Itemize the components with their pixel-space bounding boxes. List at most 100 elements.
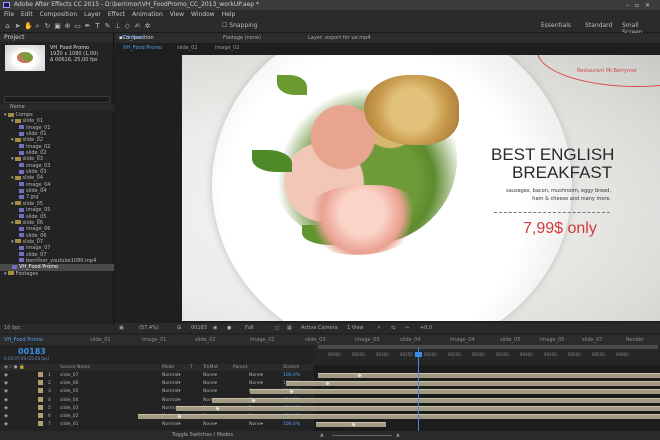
mode-dropdown[interactable]: Normal ▾ [162, 421, 181, 428]
eye-icon[interactable]: ◉ [4, 421, 8, 428]
trkmat-dropdown[interactable]: None ▾ [203, 380, 217, 387]
timeline-tab[interactable]: image_05 [540, 335, 564, 345]
layer-name[interactable]: slide_03 [60, 405, 78, 412]
grid-icon[interactable]: ⊞ [177, 323, 181, 333]
layer-name[interactable]: slide_01 [60, 421, 78, 428]
region-of-interest-icon[interactable]: ◻ [275, 323, 279, 333]
disclosure-triangle-icon[interactable]: ▾ [11, 156, 14, 162]
flowchart-icon[interactable]: ⤳ [405, 323, 409, 333]
menu-window[interactable]: Window [191, 11, 215, 18]
source-name-column[interactable]: Source Name [60, 364, 90, 371]
disclosure-triangle-icon[interactable]: ▾ [11, 220, 14, 226]
project-tab[interactable]: Project [0, 33, 113, 42]
footage-tab[interactable]: Footage (none) [223, 33, 261, 43]
subtab-image-02[interactable]: image_02 [215, 43, 239, 53]
menu-animation[interactable]: Animation [132, 11, 163, 18]
layer-tab[interactable]: Layer: export for ue.mp4 [308, 33, 370, 43]
layer-row[interactable]: ◉ 7 slide_01 Normal ▾ None ▾ None ▾ 100,0% [0, 421, 313, 428]
layer-duration-bar[interactable] [318, 373, 660, 378]
parent-dropdown[interactable]: None ▾ [243, 372, 263, 379]
clone-stamp-tool-icon[interactable]: ⊥ [114, 22, 121, 30]
current-time-indicator[interactable] [418, 348, 419, 432]
eye-icon[interactable]: ◉ [4, 372, 8, 379]
project-item[interactable]: ▾ Footages [0, 271, 114, 277]
timeline-tab[interactable]: image_01 [142, 335, 166, 345]
composition-tab[interactable]: ▪ Composition VH_Food Promo [119, 33, 154, 51]
rectangle-tool-icon[interactable]: ▭ [74, 22, 81, 30]
mode-column[interactable]: Mode [162, 364, 174, 371]
pan-behind-tool-icon[interactable]: ⊕ [64, 22, 71, 30]
menu-layer[interactable]: Layer [84, 11, 101, 18]
type-tool-icon[interactable]: T [94, 22, 101, 30]
disclosure-triangle-icon[interactable]: ▾ [11, 137, 14, 143]
composition-viewer[interactable]: Restaurant Mr.Berrymor BEST ENGLISH BREA… [115, 53, 660, 323]
snapping-checkbox[interactable]: ☐ Snapping [222, 22, 257, 29]
timeline-tab[interactable]: slide_02 [195, 335, 216, 345]
always-preview-icon[interactable]: ▣ [119, 323, 124, 333]
layer-name[interactable]: slide_04 [60, 397, 78, 404]
timeline-tab[interactable]: slide_05 [500, 335, 521, 345]
channel-icon[interactable]: ● [227, 323, 231, 333]
timeline-tab[interactable]: image_03 [355, 335, 379, 345]
disclosure-triangle-icon[interactable]: ▾ [11, 175, 14, 181]
parent-dropdown[interactable]: None ▾ [243, 380, 263, 387]
toggle-switches-modes[interactable]: Toggle Switches / Modes [172, 431, 233, 440]
zoom-dropdown[interactable]: (57,4%) [139, 323, 159, 333]
menu-composition[interactable]: Composition [40, 11, 77, 18]
menu-effect[interactable]: Effect [108, 11, 125, 18]
timeline-tab[interactable]: slide_01 [90, 335, 111, 345]
camera-dropdown[interactable]: Active Camera [301, 323, 338, 333]
brush-tool-icon[interactable]: ✎ [104, 22, 111, 30]
parent-dropdown[interactable]: None ▾ [243, 421, 263, 428]
trkmat-column[interactable]: TrkMat [203, 364, 218, 371]
bit-depth-label[interactable]: 16 bpc [4, 325, 21, 331]
mode-dropdown[interactable]: Normal ▾ [162, 372, 181, 379]
workspace-essentials[interactable]: Essentials [541, 22, 571, 29]
zoom-in-icon[interactable]: ▲ [396, 431, 400, 440]
disclosure-triangle-icon[interactable]: ▾ [11, 118, 14, 124]
layer-name[interactable]: slide_06 [60, 380, 78, 387]
snapshot-icon[interactable]: ◉ [213, 323, 217, 333]
eraser-tool-icon[interactable]: ◇ [124, 22, 131, 30]
trkmat-dropdown[interactable]: None ▾ [203, 388, 217, 395]
layer-name[interactable]: slide_05 [60, 388, 78, 395]
roto-brush-tool-icon[interactable]: ✍ [134, 22, 141, 30]
disclosure-triangle-icon[interactable]: ▾ [4, 271, 7, 277]
menu-view[interactable]: View [170, 11, 184, 18]
current-time-display[interactable]: 00183 [191, 323, 207, 333]
eye-icon[interactable]: ◉ [4, 397, 8, 404]
exposure-value[interactable]: +0,0 [420, 323, 432, 333]
home-icon[interactable]: ⌂ [4, 22, 11, 30]
transparency-grid-icon[interactable]: ▦ [287, 323, 292, 333]
menu-edit[interactable]: Edit [21, 11, 33, 18]
zoom-slider[interactable] [332, 435, 392, 436]
layer-name[interactable]: slide_07 [60, 372, 78, 379]
layer-duration-bar[interactable] [286, 381, 660, 387]
stretch-value[interactable]: 100,0% [283, 372, 300, 379]
subtab-vh-food-promo[interactable]: VH_Food Promo [123, 43, 162, 53]
mode-dropdown[interactable]: Normal ▾ [162, 397, 181, 404]
stretch-column[interactable]: Stretch [283, 364, 299, 371]
puppet-tool-icon[interactable]: ✲ [144, 22, 151, 30]
workspace-standard[interactable]: Standard [585, 22, 612, 29]
layer-duration-bar[interactable] [250, 389, 660, 395]
trkmat-dropdown[interactable]: None ▾ [203, 421, 217, 428]
selection-tool-icon[interactable]: ➤ [14, 22, 21, 30]
layer-row[interactable]: ◉2slide_06Normal ▾None ▾None ▾100,0% [0, 380, 313, 387]
eye-icon[interactable]: ◉ [4, 413, 8, 420]
layer-duration-bar[interactable] [138, 414, 660, 419]
view-layout-dropdown[interactable]: 1 View [347, 323, 364, 333]
fast-preview-icon[interactable]: ⚡ [377, 323, 381, 333]
work-area-bar[interactable] [318, 345, 658, 349]
layer-row[interactable]: ◉ 1 slide_07 Normal ▾ None ▾ None ▾ 100,0% [0, 372, 313, 379]
timeline-tab[interactable]: image_02 [250, 335, 274, 345]
resolution-dropdown[interactable]: Full [245, 323, 254, 333]
pen-tool-icon[interactable]: ✒ [84, 22, 91, 30]
menu-file[interactable]: File [4, 11, 14, 18]
mode-dropdown[interactable]: Normal ▾ [162, 388, 181, 395]
timeline-tab[interactable]: slide_04 [400, 335, 421, 345]
trkmat-dropdown[interactable]: None ▾ [203, 372, 217, 379]
menu-help[interactable]: Help [222, 11, 236, 18]
timeline-tab[interactable]: slide_07 [582, 335, 603, 345]
timeline-tab[interactable]: slide_03 [305, 335, 326, 345]
